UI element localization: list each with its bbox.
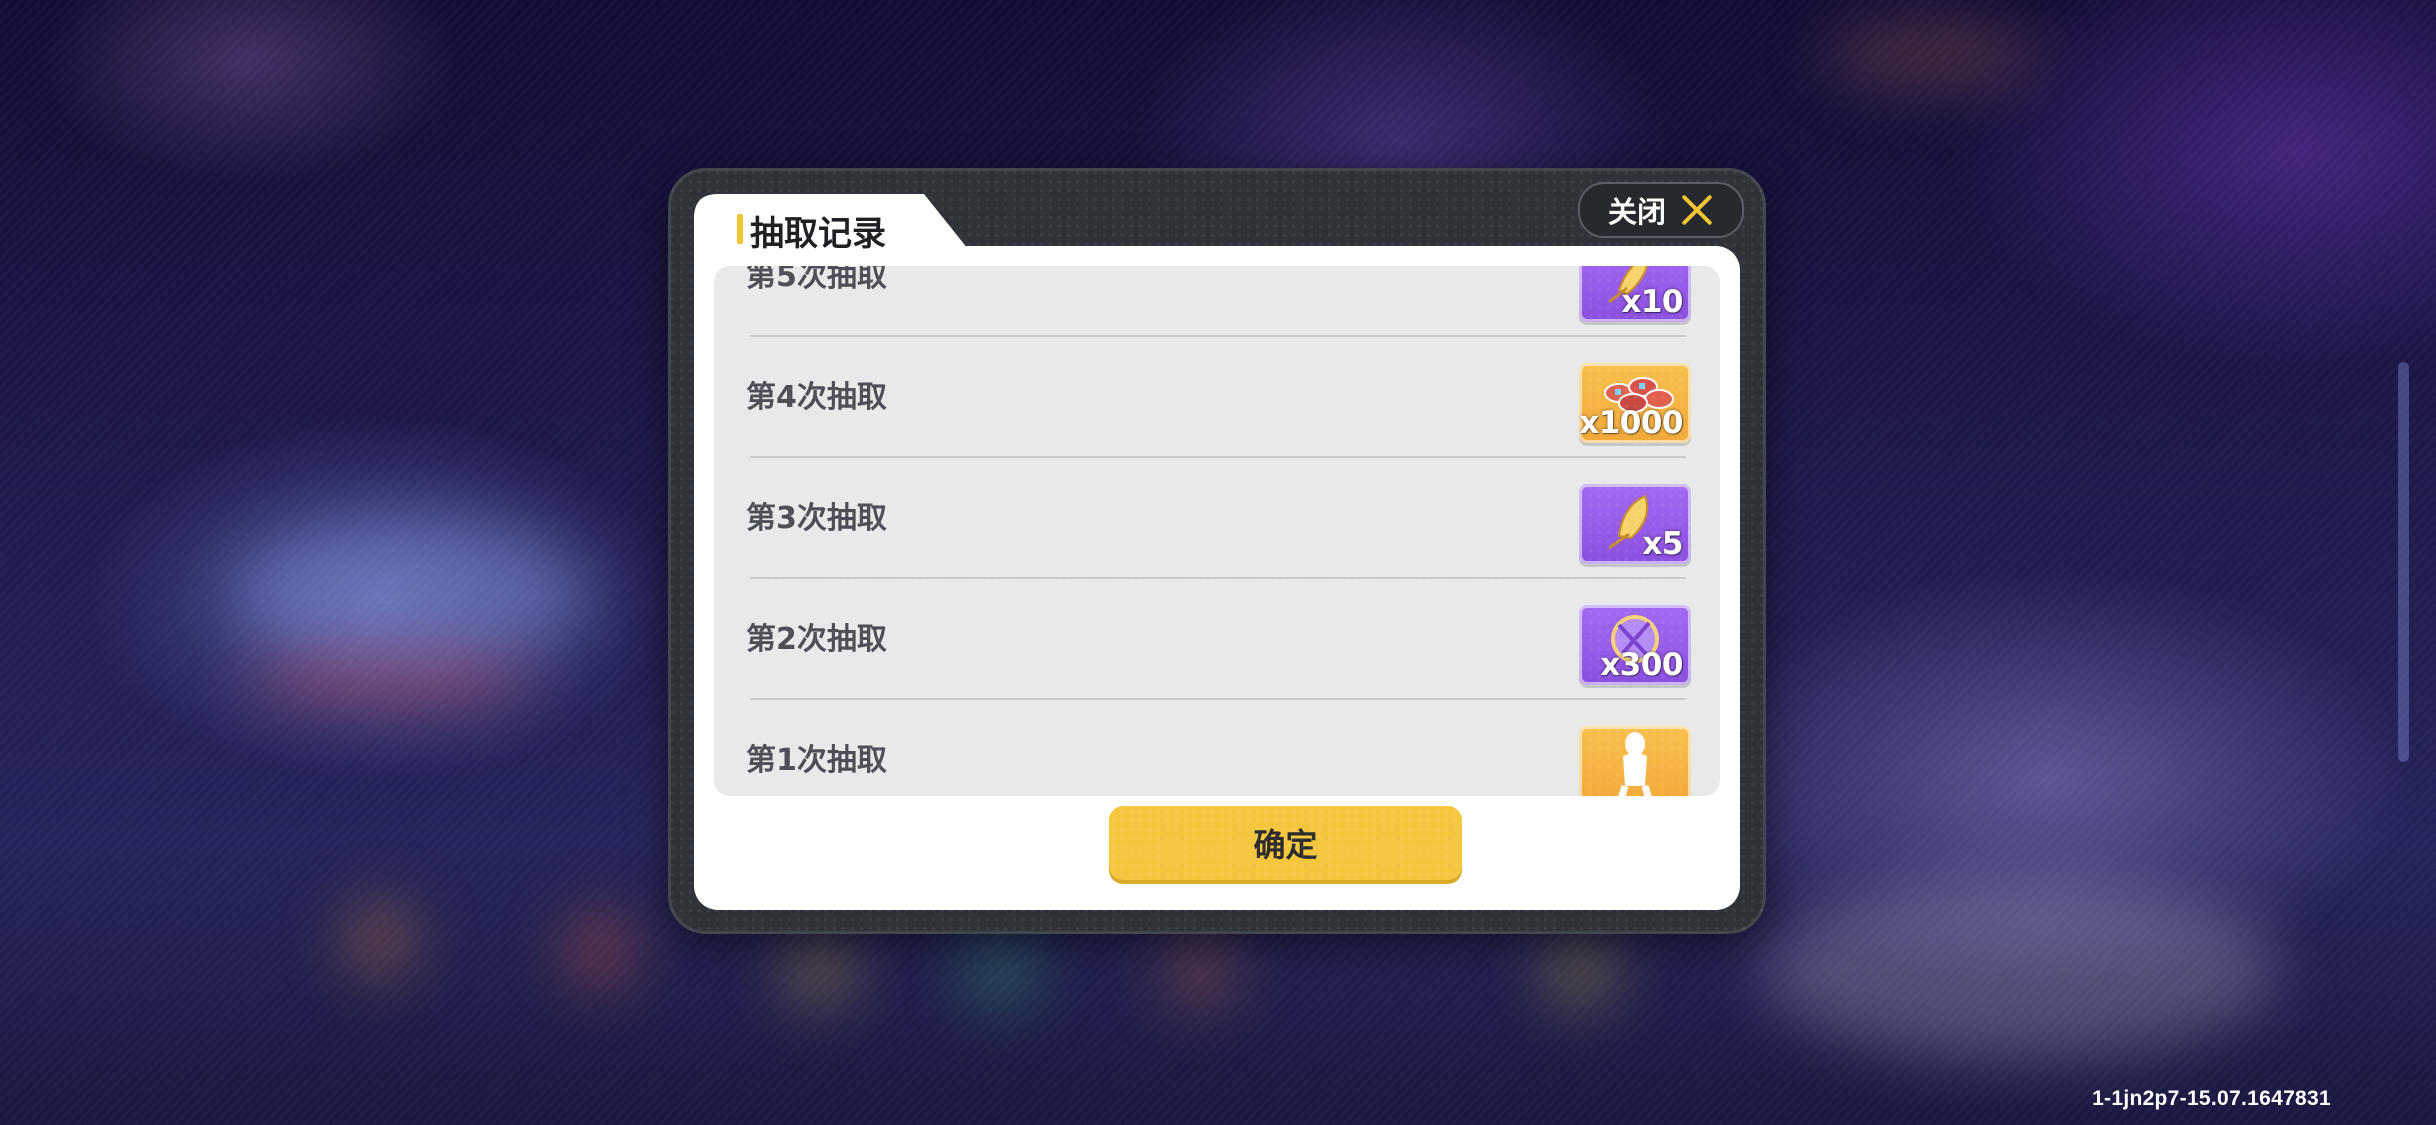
record-row: 第5次抽取 x10 (714, 266, 1720, 337)
record-list[interactable]: 第5次抽取 x10 第4次抽取 x1000 第3次抽取 x5 第2次抽取 x30… (714, 266, 1720, 796)
character-figure-icon (1618, 732, 1652, 796)
record-row: 第4次抽取 x1000 (714, 337, 1720, 458)
reward-count: x300 (1600, 647, 1683, 683)
record-label: 第3次抽取 (746, 501, 887, 536)
close-icon (1680, 193, 1714, 227)
reward-item[interactable]: x10 (1579, 266, 1691, 322)
record-label: 第2次抽取 (746, 622, 887, 657)
draw-record-dialog: 关闭 抽取记录 第5次抽取 x10 第4次抽取 x1000 第3次抽取 x5 第… (668, 168, 1766, 934)
dialog-title: 抽取记录 (750, 214, 886, 254)
version-label: 1-1jn2p7-15.07.1647831 (2092, 1087, 2331, 1110)
reward-count: x1000 (1579, 405, 1683, 441)
record-row: 第2次抽取 x300 (714, 579, 1720, 700)
reward-count: x10 (1621, 284, 1683, 320)
close-button[interactable]: 关闭 (1578, 182, 1744, 238)
dialog-body: 第5次抽取 x10 第4次抽取 x1000 第3次抽取 x5 第2次抽取 x30… (694, 246, 1740, 910)
title-accent-bar (737, 214, 743, 244)
close-label: 关闭 (1607, 195, 1666, 229)
reward-count: x5 (1642, 526, 1683, 562)
scrollbar[interactable] (2398, 362, 2409, 762)
reward-item[interactable]: x1000 (1579, 363, 1691, 443)
record-row: 第1次抽取 (714, 700, 1720, 796)
record-label: 第5次抽取 (746, 266, 887, 294)
confirm-button[interactable]: 确定 (1109, 806, 1462, 880)
reward-item[interactable]: x5 (1579, 484, 1691, 564)
title-tab: 抽取记录 (694, 194, 972, 254)
reward-item[interactable]: x300 (1579, 605, 1691, 685)
confirm-label: 确定 (1253, 826, 1318, 864)
record-label: 第4次抽取 (746, 380, 887, 415)
record-label: 第1次抽取 (746, 743, 887, 778)
reward-item[interactable] (1579, 726, 1691, 796)
record-row: 第3次抽取 x5 (714, 458, 1720, 579)
